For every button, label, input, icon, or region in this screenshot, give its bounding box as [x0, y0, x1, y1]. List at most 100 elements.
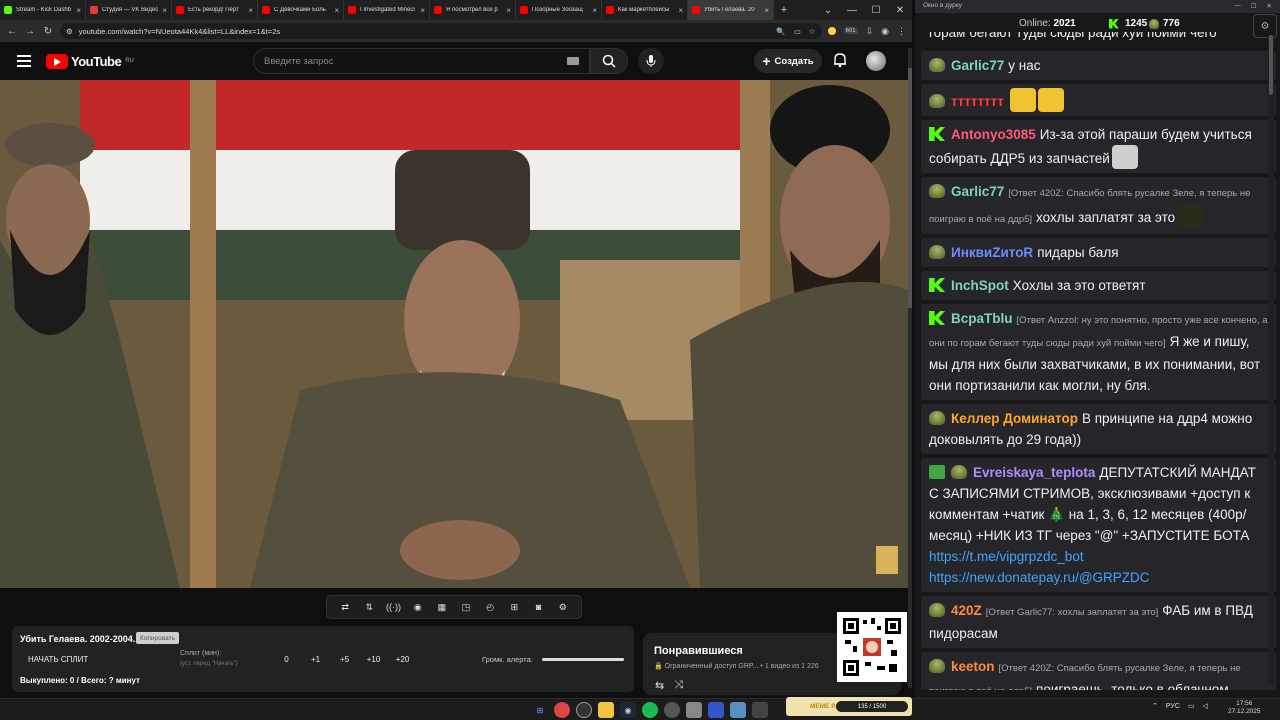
browser-tab[interactable]: I Investigated Minecr × [344, 0, 430, 20]
maximize-icon[interactable]: ☐ [864, 0, 888, 20]
tray-arrow-icon[interactable]: ⌃ [1152, 702, 1158, 710]
clock[interactable]: 17:56 27.12.2025 [1228, 700, 1261, 716]
tab-close-icon[interactable]: × [764, 6, 769, 15]
screenshot-icon[interactable]: ◙ [531, 602, 547, 612]
loop-icon[interactable]: ⇄ [337, 602, 353, 613]
add-to-playlist-icon[interactable]: ⊞ [506, 602, 522, 613]
reload-icon[interactable]: ↻ [42, 26, 54, 37]
back-icon[interactable]: ← [6, 26, 18, 37]
language-indicator[interactable]: РУС [1166, 703, 1180, 710]
split-value-button[interactable]: +20 [388, 655, 417, 664]
account-avatar[interactable] [866, 51, 886, 71]
settings-gear-icon[interactable]: ⚙ [555, 602, 571, 613]
network-icon[interactable]: ▭ [1188, 702, 1195, 710]
player-icon[interactable] [708, 702, 724, 718]
chat-link[interactable]: https://new.donatepay.ru/@GRPZDC [929, 570, 1150, 585]
minimize-icon[interactable]: — [840, 0, 864, 20]
chat-username[interactable]: Antonyo3085 [951, 127, 1036, 142]
search-button[interactable] [590, 48, 628, 74]
browser-tab[interactable]: Есть рекорд! Перт × [172, 0, 258, 20]
chat-messages[interactable]: горам бегают туды сюды ради хуй пойми че… [921, 32, 1276, 690]
chat-username[interactable]: 420Z [951, 603, 982, 618]
chat-link[interactable]: https://t.me/vipgrpzdc_bot [929, 549, 1084, 564]
loop-playlist-icon[interactable]: ⇆ [655, 679, 664, 692]
chat-username[interactable]: Garlic77 [951, 184, 1004, 199]
start-icon[interactable]: ⊞ [532, 702, 548, 718]
chat-username[interactable]: BcpaTblu [951, 311, 1013, 326]
chat-username[interactable]: тттттттт [951, 94, 1004, 109]
chat-scrollbar[interactable] [1268, 35, 1274, 685]
picture-in-picture-icon[interactable]: ◳ [458, 602, 474, 613]
app-icon[interactable] [664, 702, 680, 718]
keyboard-icon[interactable] [567, 57, 579, 65]
tab-close-icon[interactable]: × [506, 6, 511, 15]
chat-username[interactable]: Evreiskaya_teplota [973, 465, 1095, 480]
chrome-icon[interactable] [554, 702, 570, 718]
browser-tab[interactable]: С Девочками Боль × [258, 0, 344, 20]
profile-icon[interactable]: ◉ [881, 26, 889, 37]
tab-close-icon[interactable]: × [248, 6, 253, 15]
menu-icon[interactable]: ⋮ [897, 26, 906, 37]
calendar-icon[interactable]: ▦ [434, 602, 450, 613]
copy-button[interactable]: Копировать [136, 632, 179, 644]
chat-username[interactable]: keeton [951, 659, 995, 674]
create-button[interactable]: + Создать [754, 49, 822, 73]
chat-username[interactable]: Garlic77 [951, 58, 1004, 73]
adblock-badge[interactable]: 601 [843, 28, 858, 34]
split-value-button[interactable]: 0 [272, 655, 301, 664]
obs-icon[interactable] [576, 702, 592, 718]
steam-icon[interactable]: ◉ [620, 702, 636, 718]
youtube-logo[interactable]: YouTube RU [46, 53, 134, 69]
browser-tab[interactable]: Позорные Зоозащ × [516, 0, 602, 20]
voice-search-button[interactable] [638, 48, 664, 74]
app-icon[interactable] [686, 702, 702, 718]
url-field[interactable]: ⚙ youtube.com/watch?v=NUeota44Kk4&list=L… [60, 23, 822, 39]
video-player[interactable] [0, 80, 908, 588]
tab-close-icon[interactable]: × [76, 6, 81, 15]
chat-username[interactable]: ИнквиZитоR [951, 245, 1033, 260]
volume-icon[interactable]: ◁ [1203, 702, 1208, 710]
tab-close-icon[interactable]: × [592, 6, 597, 15]
speed-icon[interactable]: ◴ [482, 602, 498, 613]
watch-icon[interactable]: ◉ [410, 602, 426, 613]
tab-close-icon[interactable]: × [678, 6, 683, 15]
tab-search-icon[interactable]: ⌄ [816, 0, 840, 20]
page-scrollbar[interactable] [908, 48, 912, 688]
search-input[interactable]: Введите запрос [253, 48, 590, 74]
browser-tab[interactable]: Убить Гелаева. 20 × [688, 0, 774, 20]
browser-tab[interactable]: Stream - Kick Dashb × [0, 0, 86, 20]
extension-icon[interactable] [827, 27, 836, 35]
minimize-icon[interactable]: — [1234, 2, 1241, 11]
app-icon[interactable] [752, 702, 768, 718]
browser-tab[interactable]: Студия — VK Видео × [86, 0, 172, 20]
alert-volume-slider[interactable] [542, 658, 624, 661]
site-info-icon[interactable]: ⚙ [66, 27, 73, 36]
spotify-icon[interactable] [642, 702, 658, 718]
broadcast-icon[interactable]: ((·)) [385, 602, 401, 612]
start-split-button[interactable]: НАЧАТЬ СПЛИТ [28, 655, 88, 664]
split-value-button[interactable]: +10 [359, 655, 388, 664]
playlist-title[interactable]: Понравившиеся [654, 645, 743, 657]
cast-icon[interactable]: ▭ [794, 27, 801, 36]
tab-close-icon[interactable]: × [162, 6, 167, 15]
folder-icon[interactable] [598, 702, 614, 718]
chat-username[interactable]: Келлер Доминатор [951, 411, 1078, 426]
notifications-bell-icon[interactable] [832, 52, 848, 68]
chat-username[interactable]: InchSpot [951, 278, 1009, 293]
sort-icon[interactable]: ⇅ [361, 602, 377, 613]
forward-icon[interactable]: → [24, 26, 36, 37]
close-icon[interactable]: ✕ [888, 0, 912, 20]
download-icon[interactable]: ⇩ [866, 26, 874, 37]
zoom-icon[interactable]: 🔍 [776, 27, 785, 36]
split-value-button[interactable]: +1 [301, 655, 330, 664]
browser-tab[interactable]: Как маркетплейсы × [602, 0, 688, 20]
maximize-icon[interactable]: ☐ [1251, 2, 1257, 11]
tab-close-icon[interactable]: × [420, 6, 425, 15]
tab-close-icon[interactable]: × [334, 6, 339, 15]
bookmark-star-icon[interactable]: ☆ [809, 27, 816, 36]
close-icon[interactable]: ✕ [1267, 2, 1272, 11]
shuffle-icon[interactable]: ⤨ [674, 679, 683, 692]
menu-hamburger-icon[interactable] [17, 55, 31, 67]
new-tab-button[interactable]: + [774, 0, 794, 20]
active-app-icon[interactable] [730, 702, 746, 718]
